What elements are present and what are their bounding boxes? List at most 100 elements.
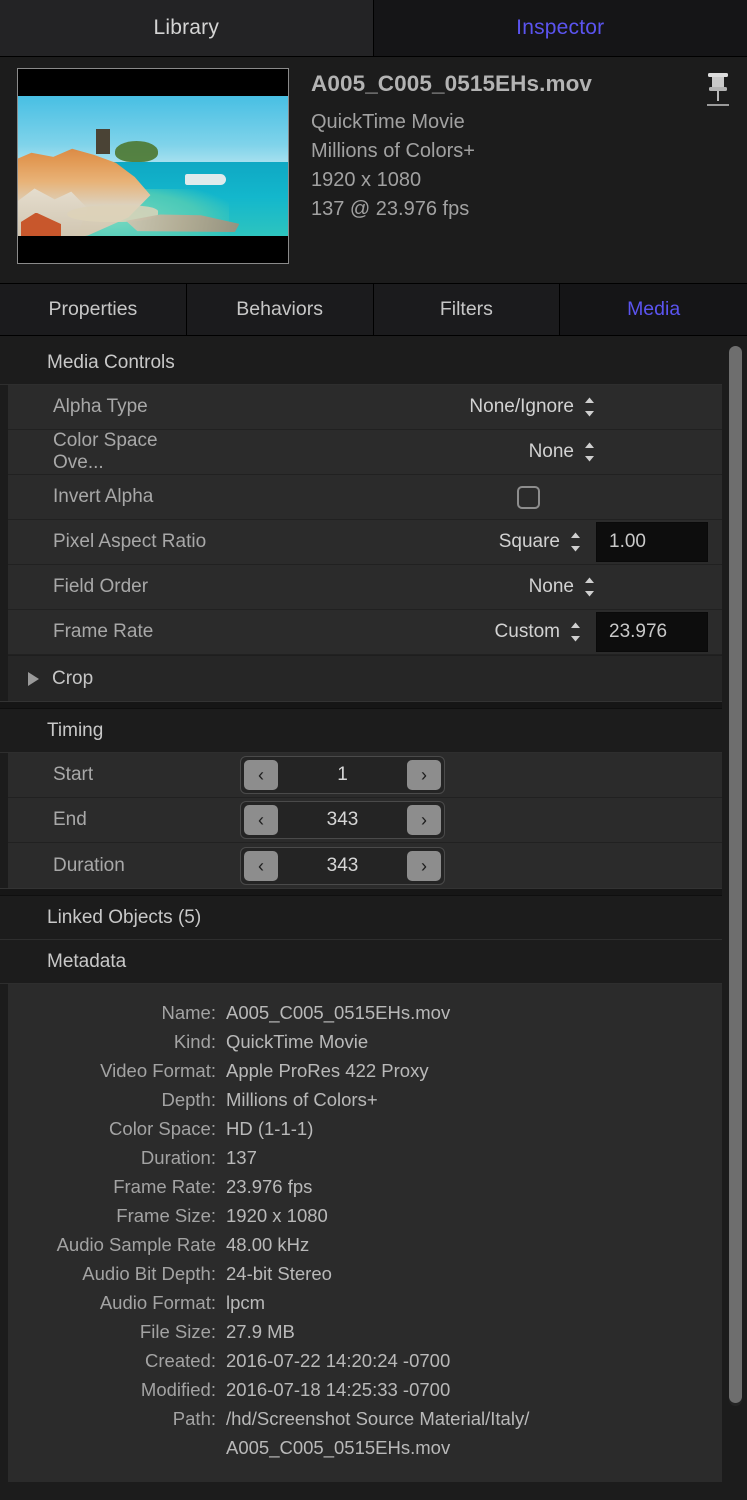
row-start[interactable]: Start ‹ 1 › xyxy=(8,753,722,798)
start-increment-button[interactable]: › xyxy=(407,760,441,790)
metadata-key: Frame Size: xyxy=(8,1201,226,1230)
section-divider xyxy=(0,701,722,709)
metadata-row: Duration: 137 xyxy=(8,1143,722,1172)
row-frame-rate[interactable]: Frame Rate Custom 23.976 xyxy=(8,610,722,655)
frame-rate-label: Frame Rate xyxy=(8,621,208,643)
field-order-label: Field Order xyxy=(8,576,208,598)
row-crop[interactable]: Crop xyxy=(8,655,722,701)
metadata-key: Kind: xyxy=(8,1027,226,1056)
metadata-key: Depth: xyxy=(8,1085,226,1114)
metadata-value: Apple ProRes 422 Proxy xyxy=(226,1056,429,1085)
metadata-table: Name: A005_C005_0515EHs.mov Kind: QuickT… xyxy=(8,984,722,1482)
end-label: End xyxy=(8,809,208,831)
frame-rate-popup[interactable]: Custom xyxy=(495,621,582,643)
section-header-media-controls[interactable]: Media Controls xyxy=(0,341,722,385)
metadata-row: Created: 2016-07-22 14:20:24 -0700 xyxy=(8,1346,722,1375)
metadata-key: Path: xyxy=(8,1404,226,1462)
invert-alpha-checkbox[interactable] xyxy=(517,486,540,509)
pixel-aspect-ratio-popup[interactable]: Square xyxy=(499,531,582,553)
start-stepper[interactable]: ‹ 1 › xyxy=(240,756,445,794)
duration-decrement-button[interactable]: ‹ xyxy=(244,851,278,881)
tab-behaviors[interactable]: Behaviors xyxy=(187,284,374,335)
row-field-order[interactable]: Field Order None xyxy=(8,565,722,610)
metadata-row: Path: /hd/Screenshot Source Material/Ita… xyxy=(8,1404,722,1462)
clip-summary: QuickTime Movie Millions of Colors+ 1920… xyxy=(311,108,747,224)
top-tab-bar: Library Inspector xyxy=(0,0,747,57)
row-pixel-aspect-ratio[interactable]: Pixel Aspect Ratio Square 1.00 xyxy=(8,520,722,565)
crop-label: Crop xyxy=(52,668,93,690)
metadata-row: Modified: 2016-07-18 14:25:33 -0700 xyxy=(8,1375,722,1404)
section-header-metadata[interactable]: Metadata xyxy=(0,940,722,984)
metadata-value: QuickTime Movie xyxy=(226,1027,368,1056)
metadata-row: File Size: 27.9 MB xyxy=(8,1317,722,1346)
metadata-value: 23.976 fps xyxy=(226,1172,312,1201)
inspector-window: Library Inspector A0 xyxy=(0,0,747,1500)
duration-stepper[interactable]: ‹ 343 › xyxy=(240,847,445,885)
chevron-updown-icon xyxy=(583,396,596,418)
tab-filters[interactable]: Filters xyxy=(374,284,561,335)
metadata-row: Audio Sample Rate 48.00 kHz xyxy=(8,1230,722,1259)
metadata-key: Audio Sample Rate xyxy=(8,1230,226,1259)
clip-header: A005_C005_0515EHs.mov QuickTime Movie Mi… xyxy=(0,57,747,283)
metadata-row: Video Format: Apple ProRes 422 Proxy xyxy=(8,1056,722,1085)
start-decrement-button[interactable]: ‹ xyxy=(244,760,278,790)
section-header-linked-objects[interactable]: Linked Objects (5) xyxy=(0,896,722,940)
start-value[interactable]: 1 xyxy=(278,764,407,786)
row-color-space-override[interactable]: Color Space Ove... None xyxy=(8,430,722,475)
video-thumbnail[interactable] xyxy=(17,68,289,264)
tab-filters-label: Filters xyxy=(440,298,493,321)
chevron-updown-icon xyxy=(583,576,596,598)
color-space-label: Color Space Ove... xyxy=(8,430,208,474)
metadata-key: Frame Rate: xyxy=(8,1172,226,1201)
field-order-popup[interactable]: None xyxy=(529,576,596,598)
metadata-value: 137 xyxy=(226,1143,257,1172)
scrollbar-thumb[interactable] xyxy=(729,346,742,1403)
row-invert-alpha[interactable]: Invert Alpha xyxy=(8,475,722,520)
inspector-content: Media Controls Alpha Type None/Ignore xyxy=(0,341,722,1482)
metadata-row: Color Space: HD (1-1-1) xyxy=(8,1114,722,1143)
frame-rate-field[interactable]: 23.976 xyxy=(596,612,708,652)
metadata-value: HD (1-1-1) xyxy=(226,1114,313,1143)
alpha-type-popup[interactable]: None/Ignore xyxy=(469,396,596,418)
letterbox-bottom xyxy=(18,236,288,263)
duration-value[interactable]: 343 xyxy=(278,855,407,877)
pushpin-icon[interactable] xyxy=(701,71,735,113)
start-label: Start xyxy=(8,764,208,786)
section-header-timing[interactable]: Timing xyxy=(0,709,722,753)
metadata-value: lpcm xyxy=(226,1288,265,1317)
clip-info: A005_C005_0515EHs.mov QuickTime Movie Mi… xyxy=(311,68,747,283)
metadata-row: Frame Rate: 23.976 fps xyxy=(8,1172,722,1201)
row-duration[interactable]: Duration ‹ 343 › xyxy=(8,843,722,888)
disclosure-triangle-icon[interactable] xyxy=(28,672,39,686)
tab-media[interactable]: Media xyxy=(560,284,747,335)
metadata-value: 48.00 kHz xyxy=(226,1230,309,1259)
pixel-aspect-ratio-field[interactable]: 1.00 xyxy=(596,522,708,562)
metadata-value: 2016-07-22 14:20:24 -0700 xyxy=(226,1346,450,1375)
metadata-key: Audio Format: xyxy=(8,1288,226,1317)
end-decrement-button[interactable]: ‹ xyxy=(244,805,278,835)
duration-increment-button[interactable]: › xyxy=(407,851,441,881)
tab-inspector[interactable]: Inspector xyxy=(374,0,747,56)
row-alpha-type[interactable]: Alpha Type None/Ignore xyxy=(8,385,722,430)
clip-depth: Millions of Colors+ xyxy=(311,137,747,166)
inspector-tab-bar: Properties Behaviors Filters Media xyxy=(0,283,747,336)
metadata-key: Duration: xyxy=(8,1143,226,1172)
pixel-aspect-ratio-value: Square xyxy=(499,531,560,553)
tab-library[interactable]: Library xyxy=(0,0,374,56)
metadata-value: 1920 x 1080 xyxy=(226,1201,328,1230)
vertical-scrollbar[interactable] xyxy=(729,346,742,1406)
tab-library-label: Library xyxy=(153,16,219,40)
end-stepper[interactable]: ‹ 343 › xyxy=(240,801,445,839)
end-value[interactable]: 343 xyxy=(278,809,407,831)
tab-properties[interactable]: Properties xyxy=(0,284,187,335)
color-space-popup[interactable]: None xyxy=(529,441,596,463)
invert-alpha-label: Invert Alpha xyxy=(8,486,208,508)
frame-rate-value: Custom xyxy=(495,621,560,643)
metadata-row: Audio Bit Depth: 24-bit Stereo xyxy=(8,1259,722,1288)
tab-inspector-label: Inspector xyxy=(516,16,604,40)
field-order-value: None xyxy=(529,576,574,598)
tab-properties-label: Properties xyxy=(48,298,137,321)
end-increment-button[interactable]: › xyxy=(407,805,441,835)
row-end[interactable]: End ‹ 343 › xyxy=(8,798,722,843)
duration-label: Duration xyxy=(8,855,208,877)
